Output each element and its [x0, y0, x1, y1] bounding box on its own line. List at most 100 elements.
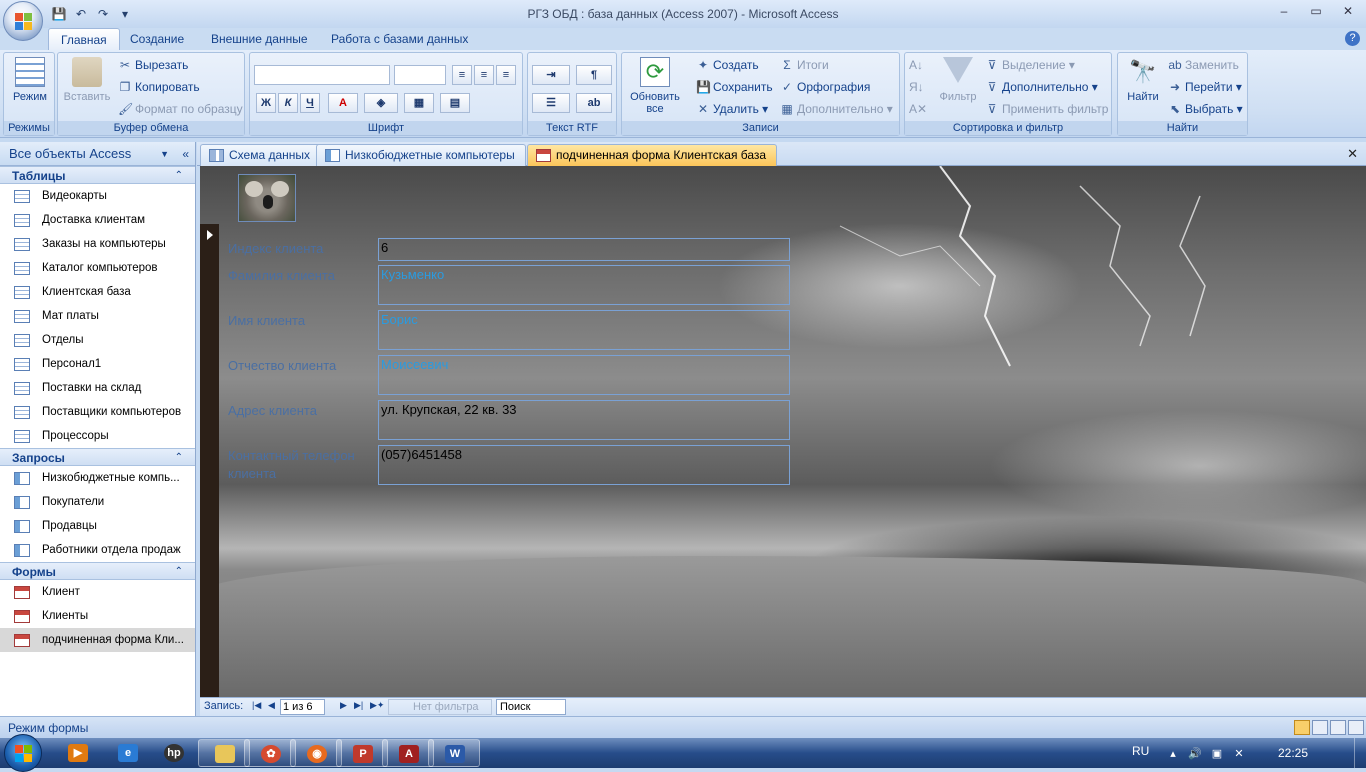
nav-header[interactable]: Все объекты Access ▼ «: [0, 142, 195, 166]
replace-button[interactable]: ab Заменить: [1168, 55, 1239, 75]
underline-button[interactable]: Ч: [300, 93, 320, 113]
taskbar-access[interactable]: A: [382, 739, 434, 767]
find-button[interactable]: 🔭 Найти: [1122, 57, 1164, 103]
alternate-fill-icon[interactable]: ▤: [440, 93, 470, 113]
advanced-filter-button[interactable]: ⊽ Дополнительно ▾: [985, 77, 1098, 97]
filter-button[interactable]: Фильтр: [935, 57, 981, 103]
nav-dropdown-icon[interactable]: ▼: [160, 142, 169, 166]
nav-item[interactable]: Персонал1: [0, 352, 195, 376]
align-center-icon[interactable]: ≡: [474, 65, 494, 85]
form-view-icon[interactable]: [1294, 720, 1310, 735]
close-document-icon[interactable]: ✕: [1347, 146, 1358, 162]
nav-item[interactable]: Поставщики компьютеров: [0, 400, 195, 424]
prev-record-icon[interactable]: ◀: [268, 700, 275, 711]
field-client-phone[interactable]: (057)6451458: [378, 445, 790, 485]
clock[interactable]: 22:25: [1278, 746, 1308, 760]
language-indicator[interactable]: RU: [1132, 744, 1149, 758]
nav-item[interactable]: Клиенты: [0, 604, 195, 628]
field-client-index[interactable]: 6: [378, 238, 790, 261]
nav-item[interactable]: Клиент: [0, 580, 195, 604]
show-desktop-button[interactable]: [1354, 738, 1366, 768]
close-button[interactable]: ✕: [1336, 2, 1360, 20]
save-record-button[interactable]: 💾 Сохранить: [696, 77, 773, 97]
collapse-section-icon[interactable]: ⌃: [175, 563, 183, 581]
highlight-icon[interactable]: ab: [576, 93, 612, 113]
taskbar-hp[interactable]: hp: [148, 739, 200, 767]
nav-item[interactable]: Мат платы: [0, 304, 195, 328]
nav-item[interactable]: Покупатели: [0, 490, 195, 514]
list-icon[interactable]: ☰: [532, 93, 570, 113]
nav-collapse-icon[interactable]: «: [182, 142, 189, 166]
nav-section-header[interactable]: Таблицы ⌃: [0, 166, 195, 184]
resize-grip-icon[interactable]: [1348, 720, 1364, 735]
align-right-icon[interactable]: ≡: [496, 65, 516, 85]
field-client-surname[interactable]: Кузьменко: [378, 265, 790, 305]
copy-button[interactable]: ❐ Копировать: [118, 77, 200, 97]
doc-tab-subform[interactable]: подчиненная форма Клиентская база: [527, 144, 778, 166]
gridlines-icon[interactable]: ▦: [404, 93, 434, 113]
taskbar-app-red[interactable]: ✿: [244, 739, 296, 767]
network-icon[interactable]: ✕: [1232, 747, 1246, 760]
field-client-name[interactable]: Борис: [378, 310, 790, 350]
refresh-all-button[interactable]: ⟳ Обновить все: [624, 57, 686, 115]
selection-button[interactable]: ⊽ Выделение ▾: [985, 55, 1075, 75]
tab-external-data[interactable]: Внешние данные: [199, 28, 320, 50]
last-record-icon[interactable]: ▶|: [354, 700, 363, 711]
indent-icon[interactable]: ⇥: [532, 65, 570, 85]
apply-filter-button[interactable]: ⊽ Применить фильтр: [985, 99, 1109, 119]
design-view-icon[interactable]: [1330, 720, 1346, 735]
tab-database-tools[interactable]: Работа с базами данных: [319, 28, 480, 50]
nav-item[interactable]: Работники отдела продаж: [0, 538, 195, 562]
paste-button[interactable]: Вставить: [62, 57, 112, 103]
nav-item[interactable]: Низкобюджетные компь...: [0, 466, 195, 490]
more-records-button[interactable]: ▦ Дополнительно ▾: [780, 99, 892, 119]
nav-item[interactable]: Продавцы: [0, 514, 195, 538]
spelling-button[interactable]: ✓ Орфография: [780, 77, 870, 97]
nav-item[interactable]: Отделы: [0, 328, 195, 352]
fill-color-icon[interactable]: ◈: [364, 93, 398, 113]
tray-expand-icon[interactable]: ▴: [1166, 747, 1180, 760]
taskbar-powerpoint[interactable]: P: [336, 739, 388, 767]
field-client-patronymic[interactable]: Моисеевич: [378, 355, 790, 395]
align-left-icon[interactable]: ≡: [452, 65, 472, 85]
nav-item[interactable]: Видеокарты: [0, 184, 195, 208]
view-button[interactable]: Режим: [8, 57, 52, 103]
record-selector[interactable]: [200, 224, 219, 697]
next-record-icon[interactable]: ▶: [340, 700, 347, 711]
nav-item[interactable]: Поставки на склад: [0, 376, 195, 400]
taskbar-explorer[interactable]: [198, 739, 250, 767]
nav-item[interactable]: подчиненная форма Кли...: [0, 628, 195, 652]
doc-tab-relationships[interactable]: Схема данных: [200, 144, 322, 166]
taskbar-ie[interactable]: e: [102, 739, 154, 767]
collapse-section-icon[interactable]: ⌃: [175, 449, 183, 467]
first-record-icon[interactable]: |◀: [252, 700, 261, 711]
start-button[interactable]: [4, 734, 42, 772]
minimize-button[interactable]: –: [1272, 2, 1296, 20]
search-input[interactable]: Поиск: [496, 699, 566, 715]
maximize-button[interactable]: ▭: [1304, 2, 1328, 20]
new-record-nav-icon[interactable]: ▶✦: [370, 700, 384, 711]
tab-create[interactable]: Создание: [118, 28, 196, 50]
tab-home[interactable]: Главная: [48, 28, 120, 50]
nav-item[interactable]: Процессоры: [0, 424, 195, 448]
totals-button[interactable]: Σ Итоги: [780, 55, 828, 75]
goto-button[interactable]: ➜ Перейти ▾: [1168, 77, 1242, 97]
paragraph-icon[interactable]: ¶: [576, 65, 612, 85]
office-button[interactable]: [3, 1, 43, 41]
no-filter-button[interactable]: Нет фильтра: [388, 699, 492, 715]
nav-section-header[interactable]: Формы ⌃: [0, 562, 195, 580]
font-size-combo[interactable]: [394, 65, 446, 85]
new-record-button[interactable]: ✦ Создать: [696, 55, 759, 75]
cut-button[interactable]: ✂ Вырезать: [118, 55, 188, 75]
sort-desc-icon[interactable]: Я↓: [909, 77, 924, 97]
field-client-address[interactable]: ул. Крупская, 22 кв. 33: [378, 400, 790, 440]
nav-item[interactable]: Каталог компьютеров: [0, 256, 195, 280]
current-record-input[interactable]: 1 из 6: [280, 699, 325, 715]
collapse-section-icon[interactable]: ⌃: [175, 167, 183, 185]
select-button[interactable]: ⬉ Выбрать ▾: [1168, 99, 1243, 119]
clear-sort-icon[interactable]: A✕: [909, 99, 927, 119]
nav-item[interactable]: Клиентская база: [0, 280, 195, 304]
bold-button[interactable]: Ж: [256, 93, 276, 113]
italic-button[interactable]: К: [278, 93, 298, 113]
device-icon[interactable]: ▣: [1210, 747, 1224, 760]
